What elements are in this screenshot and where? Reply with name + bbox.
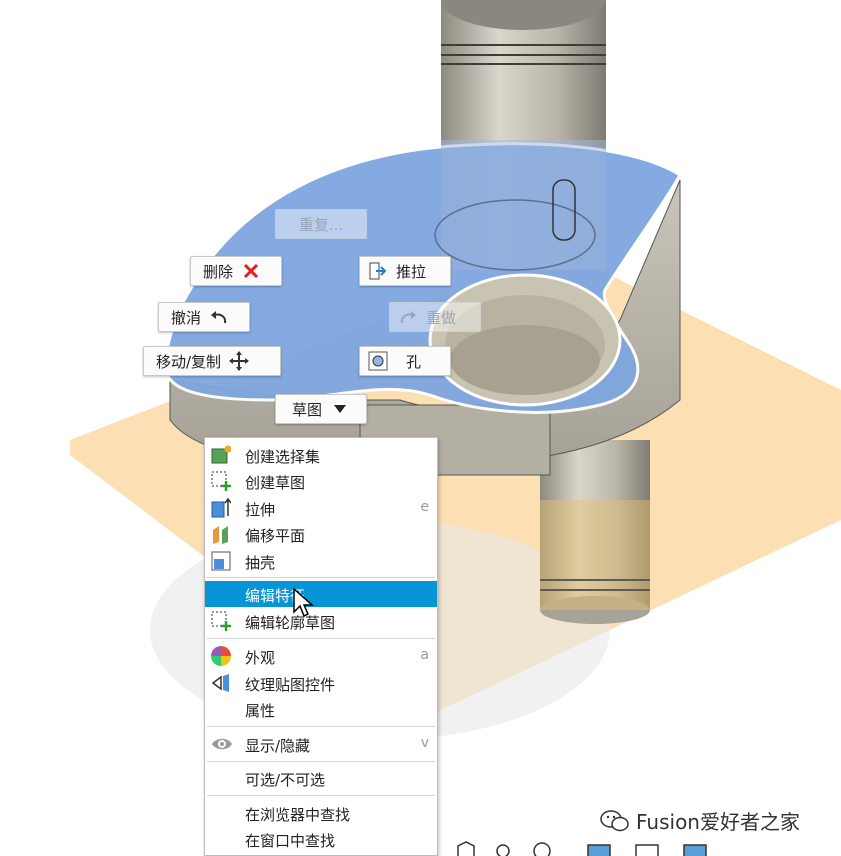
menu-item-label: 在窗口中查找 <box>245 832 336 850</box>
menu-item-shell[interactable]: 抽壳 <box>205 548 437 574</box>
redo-button[interactable]: 重做 <box>389 302 481 332</box>
redo-label: 重做 <box>426 308 457 327</box>
wechat-icon <box>600 809 629 831</box>
menu-item-shortcut: e <box>420 499 429 515</box>
menu-separator <box>207 577 435 578</box>
create-sketch-icon <box>211 471 231 491</box>
mouse-cursor-icon <box>293 588 314 618</box>
menu-separator <box>207 795 435 796</box>
hole-icon <box>368 351 388 371</box>
move-copy-button[interactable]: 移动/复制 <box>143 346 281 376</box>
menu-item-label: 抽壳 <box>245 554 276 572</box>
selection-set-icon <box>211 445 232 465</box>
menu-item-offset-plane[interactable]: 偏移平面 <box>205 521 437 547</box>
menu-item-edit-feature[interactable]: 编辑特征 <box>205 581 437 607</box>
menu-item-properties[interactable]: 属性 <box>205 696 437 722</box>
menu-separator <box>207 761 435 762</box>
undo-arrow-icon <box>209 307 229 327</box>
edit-sketch-icon <box>211 611 231 631</box>
menu-item-selectable-toggle[interactable]: 可选/不可选 <box>205 765 437 791</box>
menu-item-label: 显示/隐藏 <box>245 737 311 755</box>
menu-item-label: 属性 <box>245 702 276 720</box>
menu-item-create-sketch[interactable]: 创建草图 <box>205 468 437 494</box>
sketch-dropdown-button[interactable]: 草图 <box>275 394 367 424</box>
menu-separator <box>207 638 435 639</box>
press-pull-label: 推拉 <box>396 262 427 281</box>
context-menu: 创建选择集 创建草图 拉伸 e 偏移平面 抽壳 编辑特征 编辑轮廓草图 外观 a… <box>204 437 438 856</box>
menu-item-shortcut: a <box>420 647 429 663</box>
menu-item-label: 纹理贴图控件 <box>245 676 336 694</box>
watermark-text: Fusion爱好者之家 <box>636 810 800 834</box>
menu-item-create-selection-set[interactable]: 创建选择集 <box>205 442 437 468</box>
move-arrows-icon <box>229 351 250 371</box>
bottom-toolbar-icons <box>457 841 707 856</box>
undo-label: 撤消 <box>171 308 202 327</box>
menu-item-label: 拉伸 <box>245 501 276 519</box>
menu-item-shortcut: v <box>420 735 429 751</box>
menu-item-label: 创建选择集 <box>245 448 321 466</box>
redo-arrow-icon <box>398 307 418 327</box>
menu-item-label: 可选/不可选 <box>245 771 326 789</box>
shell-icon <box>211 551 231 571</box>
menu-item-texture-map-controls[interactable]: 纹理贴图控件 <box>205 670 437 696</box>
menu-item-label: 在浏览器中查找 <box>245 806 351 824</box>
menu-item-edit-profile-sketch[interactable]: 编辑轮廓草图 <box>205 608 437 634</box>
menu-item-appearance[interactable]: 外观 a <box>205 643 437 669</box>
delete-x-icon <box>241 261 261 281</box>
hole-label: 孔 <box>406 352 422 371</box>
appearance-color-wheel-icon <box>211 646 231 666</box>
delete-button[interactable]: 删除 <box>190 256 282 286</box>
menu-item-show-hide[interactable]: 显示/隐藏 v <box>205 731 437 757</box>
menu-item-label: 创建草图 <box>245 474 306 492</box>
texture-map-icon <box>211 673 231 693</box>
menu-separator <box>207 726 435 727</box>
undo-button[interactable]: 撤消 <box>158 302 250 332</box>
press-pull-button[interactable]: 推拉 <box>359 256 451 286</box>
sketch-label: 草图 <box>292 400 323 419</box>
extrude-icon <box>211 497 232 518</box>
menu-item-find-in-browser[interactable]: 在浏览器中查找 <box>205 800 437 826</box>
triangle-down-icon <box>330 399 350 419</box>
menu-item-extrude[interactable]: 拉伸 e <box>205 495 437 521</box>
delete-label: 删除 <box>203 262 234 281</box>
menu-item-label: 编辑轮廓草图 <box>245 614 336 632</box>
menu-item-find-in-window[interactable]: 在窗口中查找 <box>205 826 437 852</box>
menu-item-label: 偏移平面 <box>245 527 306 545</box>
press-pull-icon <box>368 261 388 281</box>
offset-plane-icon <box>211 524 231 544</box>
watermark: Fusion爱好者之家 <box>600 806 800 835</box>
move-copy-label: 移动/复制 <box>156 352 222 371</box>
hole-button[interactable]: 孔 <box>359 346 451 376</box>
repeat-button[interactable]: 重复... <box>275 209 367 239</box>
eye-icon <box>211 734 232 754</box>
menu-item-label: 外观 <box>245 649 276 667</box>
repeat-label: 重复... <box>298 215 344 234</box>
